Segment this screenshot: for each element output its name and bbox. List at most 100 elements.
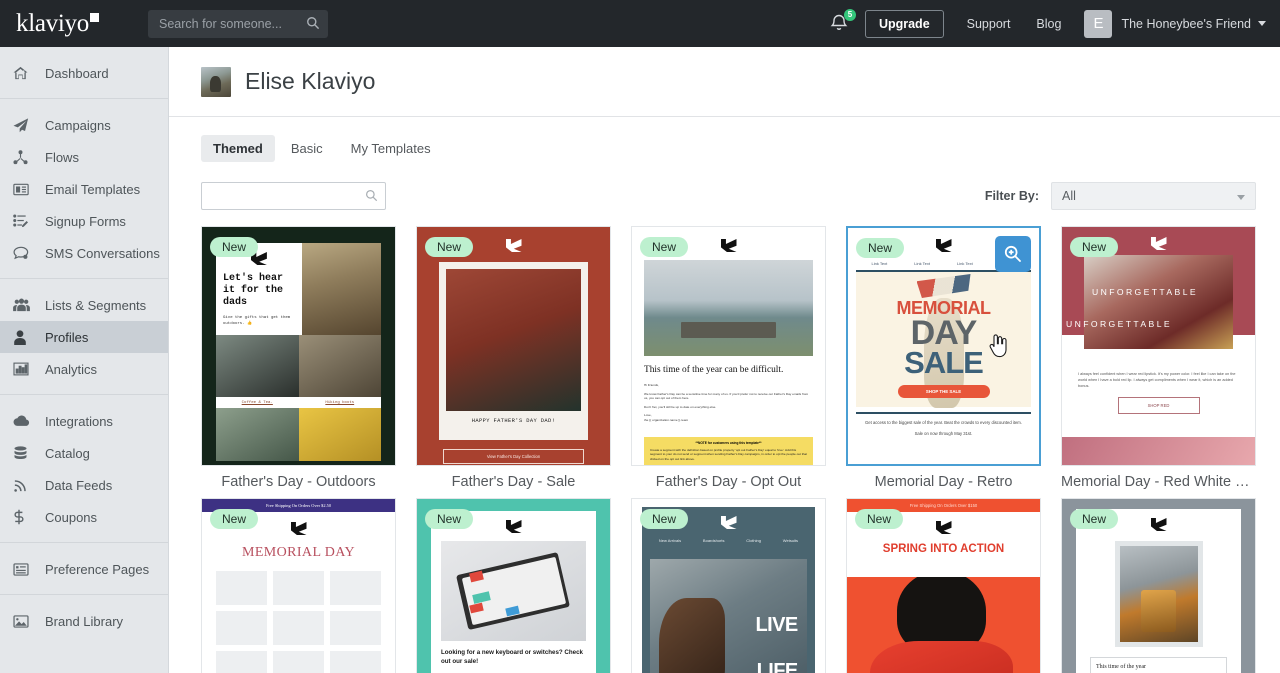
sidebar-item-label: Signup Forms	[45, 214, 126, 229]
page-list-icon	[13, 561, 35, 577]
blog-link[interactable]: Blog	[1023, 17, 1074, 31]
template-thumbnail[interactable]: Let's hear it for the dads Give the gifts…	[201, 226, 396, 466]
filter-by-select[interactable]: All	[1051, 182, 1256, 210]
sidebar: Dashboard Campaigns Flows Email Templates Si…	[0, 47, 169, 673]
new-badge: New	[210, 237, 258, 257]
email-headline: SPRING INTO ACTION	[847, 543, 1040, 555]
image-icon	[13, 613, 35, 629]
cloud-icon	[13, 413, 35, 429]
sidebar-item-label: Flows	[45, 150, 79, 165]
rss-icon	[13, 477, 35, 493]
account-avatar[interactable]: E	[1084, 10, 1112, 38]
chevron-down-icon	[1237, 195, 1245, 200]
profile-photo	[201, 67, 231, 97]
email-note-body: Create a segment with the definition bas…	[650, 448, 807, 461]
template-card[interactable]: UNFORGETTABLEUNFORGETTABLEI always feel …	[1061, 226, 1256, 490]
sidebar-item-email-templates[interactable]: Email Templates	[0, 173, 168, 205]
email-nav-link: Clothing	[746, 538, 761, 543]
klaviyo-logo[interactable]: klaviyo	[16, 11, 124, 36]
brand-wordmark: klaviyo	[16, 10, 89, 37]
new-badge: New	[210, 509, 258, 529]
template-thumbnail[interactable]: This time of the yearNew	[1061, 498, 1256, 673]
sidebar-item-dashboard[interactable]: Dashboard	[0, 57, 168, 89]
search-icon	[306, 16, 320, 35]
sidebar-group-4: Preference Pages	[0, 542, 168, 594]
sidebar-group-3: Integrations Catalog Data Feeds Coupons	[0, 394, 168, 542]
email-subtext: Give the gifts that get them outdoors. 👍	[223, 315, 295, 327]
tab-basic[interactable]: Basic	[279, 135, 335, 162]
sidebar-item-campaigns[interactable]: Campaigns	[0, 109, 168, 141]
klaviyo-mark-icon	[1151, 237, 1167, 250]
sidebar-item-data-feeds[interactable]: Data Feeds	[0, 469, 168, 501]
new-badge: New	[855, 509, 903, 529]
template-thumbnail[interactable]: This time of the year can be difficult.H…	[631, 226, 826, 466]
template-card[interactable]: HAPPY FATHER'S DAY DAD!View Father's Day…	[416, 226, 611, 490]
klaviyo-mark-icon	[506, 520, 522, 533]
email-body: Get access to the biggest sale of the ye…	[864, 420, 1023, 426]
filter-row: Filter By: All	[201, 182, 1256, 210]
template-card[interactable]: Link TextLink TextLink TextLink TextMEMO…	[846, 226, 1041, 490]
sidebar-item-label: Brand Library	[45, 614, 123, 629]
sidebar-item-profiles[interactable]: Profiles	[0, 321, 168, 353]
search-icon	[365, 189, 378, 207]
email-preview: UNFORGETTABLEUNFORGETTABLEI always feel …	[1062, 227, 1255, 465]
templates-panel: ThemedBasicMy Templates Filter By: All L…	[169, 117, 1280, 673]
template-thumbnail[interactable]: Free Shipping On Orders Over $150SPRING …	[846, 498, 1041, 673]
template-card[interactable]: This time of the year can be difficult.H…	[631, 226, 826, 490]
sidebar-item-analytics[interactable]: Analytics	[0, 353, 168, 385]
support-link[interactable]: Support	[954, 17, 1024, 31]
email-preview: This time of the year can be difficult.H…	[632, 227, 825, 465]
tab-my-templates[interactable]: My Templates	[339, 135, 443, 162]
chevron-down-icon[interactable]	[1258, 21, 1266, 26]
filter-by-control: Filter By: All	[985, 182, 1256, 210]
template-thumbnail[interactable]: Looking for a new keyboard or switches? …	[416, 498, 611, 673]
template-card[interactable]: This time of the yearNew	[1061, 498, 1256, 673]
template-card[interactable]: Free Shipping On Orders Over $2.50MEMORI…	[201, 498, 396, 673]
global-search[interactable]	[148, 10, 328, 38]
template-search[interactable]	[201, 182, 386, 210]
template-search-input[interactable]	[210, 188, 377, 204]
database-icon	[13, 445, 35, 461]
sidebar-item-lists-segments[interactable]: Lists & Segments	[0, 289, 168, 321]
template-thumbnail[interactable]: Link TextLink TextLink TextLink TextMEMO…	[846, 226, 1041, 466]
template-thumbnail[interactable]: Free Shipping On Orders Over $2.50MEMORI…	[201, 498, 396, 673]
sidebar-item-integrations[interactable]: Integrations	[0, 405, 168, 437]
template-category-tabs: ThemedBasicMy Templates	[201, 135, 1256, 162]
sidebar-item-label: Data Feeds	[45, 478, 112, 493]
new-badge: New	[425, 237, 473, 257]
email-nav-link: Link Text	[957, 261, 973, 266]
sidebar-item-signup-forms[interactable]: Signup Forms	[0, 205, 168, 237]
template-thumbnail[interactable]: UNFORGETTABLEUNFORGETTABLEI always feel …	[1061, 226, 1256, 466]
email-nav-link: Wetsuits	[783, 538, 798, 543]
sidebar-item-label: Preference Pages	[45, 562, 149, 577]
sidebar-item-preference-pages[interactable]: Preference Pages	[0, 553, 168, 585]
upgrade-button[interactable]: Upgrade	[865, 10, 944, 38]
template-card[interactable]: Looking for a new keyboard or switches? …	[416, 498, 611, 673]
preview-zoom-button[interactable]	[995, 236, 1031, 272]
sidebar-item-sms-conversations[interactable]: SMS Conversations	[0, 237, 168, 269]
template-card[interactable]: Let's hear it for the dads Give the gifts…	[201, 226, 396, 490]
new-badge: New	[640, 237, 688, 257]
klaviyo-mark-icon	[1151, 518, 1167, 531]
template-thumbnail[interactable]: New ArrivalsBoardshortsClothingWetsuitsL…	[631, 498, 826, 673]
sidebar-item-label: Integrations	[45, 414, 113, 429]
email-cta: SHOP RED	[1118, 397, 1200, 414]
template-card[interactable]: New ArrivalsBoardshortsClothingWetsuitsL…	[631, 498, 826, 673]
notifications-button[interactable]: 5	[829, 12, 851, 36]
tab-themed[interactable]: Themed	[201, 135, 275, 162]
email-headline: Let's hear it for the dads	[223, 273, 295, 309]
sidebar-item-flows[interactable]: Flows	[0, 141, 168, 173]
sidebar-item-catalog[interactable]: Catalog	[0, 437, 168, 469]
sidebar-item-brand-library[interactable]: Brand Library	[0, 605, 168, 637]
template-card[interactable]: Free Shipping On Orders Over $150SPRING …	[846, 498, 1041, 673]
sidebar-item-coupons[interactable]: Coupons	[0, 501, 168, 533]
email-nav-link: Link Text	[914, 261, 930, 266]
magnifier-plus-icon	[1003, 244, 1023, 264]
email-preview: Let's hear it for the dads Give the gifts…	[202, 227, 395, 465]
email-line-3: SALE	[856, 347, 1031, 378]
account-name-label[interactable]: The Honeybee's Friend	[1121, 17, 1251, 31]
search-input[interactable]	[157, 16, 319, 32]
sidebar-item-label: Campaigns	[45, 118, 111, 133]
template-thumbnail[interactable]: HAPPY FATHER'S DAY DAD!View Father's Day…	[416, 226, 611, 466]
main-content: Elise Klaviyo ThemedBasicMy Templates Fi…	[169, 47, 1280, 673]
